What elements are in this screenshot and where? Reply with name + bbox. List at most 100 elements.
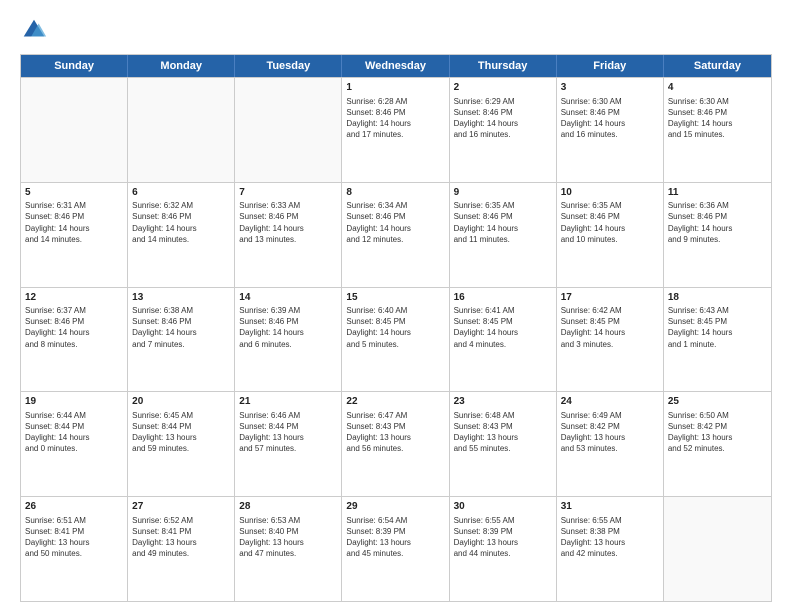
cell-info-line: Sunrise: 6:55 AM	[454, 515, 552, 526]
day-number: 8	[346, 186, 444, 200]
header-day-wednesday: Wednesday	[342, 55, 449, 77]
cell-info-line: Sunrise: 6:35 AM	[454, 200, 552, 211]
cell-info-line: Sunrise: 6:38 AM	[132, 305, 230, 316]
cell-info-line: and 53 minutes.	[561, 443, 659, 454]
cell-info-line: Sunrise: 6:31 AM	[25, 200, 123, 211]
cell-info-line: Sunset: 8:40 PM	[239, 526, 337, 537]
cell-info-line: Sunrise: 6:50 AM	[668, 410, 767, 421]
day-number: 26	[25, 500, 123, 514]
cell-info-line: Daylight: 13 hours	[132, 432, 230, 443]
calendar-cell-27: 27Sunrise: 6:52 AMSunset: 8:41 PMDayligh…	[128, 497, 235, 601]
cell-info-line: Sunrise: 6:37 AM	[25, 305, 123, 316]
cell-info-line: and 12 minutes.	[346, 234, 444, 245]
cell-info-line: and 57 minutes.	[239, 443, 337, 454]
cell-info-line: Sunrise: 6:44 AM	[25, 410, 123, 421]
cell-info-line: Daylight: 14 hours	[346, 327, 444, 338]
cell-info-line: and 4 minutes.	[454, 339, 552, 350]
cell-info-line: Daylight: 13 hours	[239, 432, 337, 443]
cell-info-line: Sunset: 8:38 PM	[561, 526, 659, 537]
day-number: 9	[454, 186, 552, 200]
cell-info-line: and 52 minutes.	[668, 443, 767, 454]
cell-info-line: Sunset: 8:46 PM	[132, 316, 230, 327]
cell-info-line: and 13 minutes.	[239, 234, 337, 245]
cell-info-line: Daylight: 13 hours	[668, 432, 767, 443]
cell-info-line: and 55 minutes.	[454, 443, 552, 454]
cell-info-line: Sunset: 8:45 PM	[454, 316, 552, 327]
calendar-cell-20: 20Sunrise: 6:45 AMSunset: 8:44 PMDayligh…	[128, 392, 235, 496]
calendar-week-1: 1Sunrise: 6:28 AMSunset: 8:46 PMDaylight…	[21, 77, 771, 182]
cell-info-line: and 1 minute.	[668, 339, 767, 350]
cell-info-line: Sunrise: 6:30 AM	[561, 96, 659, 107]
calendar-cell-15: 15Sunrise: 6:40 AMSunset: 8:45 PMDayligh…	[342, 288, 449, 392]
calendar-cell-empty-4-6	[664, 497, 771, 601]
day-number: 12	[25, 291, 123, 305]
cell-info-line: Sunset: 8:43 PM	[454, 421, 552, 432]
day-number: 22	[346, 395, 444, 409]
calendar-cell-12: 12Sunrise: 6:37 AMSunset: 8:46 PMDayligh…	[21, 288, 128, 392]
cell-info-line: Sunrise: 6:32 AM	[132, 200, 230, 211]
cell-info-line: Sunset: 8:44 PM	[132, 421, 230, 432]
cell-info-line: Sunset: 8:46 PM	[25, 316, 123, 327]
cell-info-line: Daylight: 14 hours	[132, 327, 230, 338]
calendar-cell-22: 22Sunrise: 6:47 AMSunset: 8:43 PMDayligh…	[342, 392, 449, 496]
cell-info-line: Sunset: 8:43 PM	[346, 421, 444, 432]
cell-info-line: Sunrise: 6:53 AM	[239, 515, 337, 526]
cell-info-line: Daylight: 13 hours	[454, 537, 552, 548]
calendar-cell-5: 5Sunrise: 6:31 AMSunset: 8:46 PMDaylight…	[21, 183, 128, 287]
calendar-cell-empty-0-1	[128, 78, 235, 182]
calendar-cell-4: 4Sunrise: 6:30 AMSunset: 8:46 PMDaylight…	[664, 78, 771, 182]
cell-info-line: Daylight: 13 hours	[25, 537, 123, 548]
calendar-cell-23: 23Sunrise: 6:48 AMSunset: 8:43 PMDayligh…	[450, 392, 557, 496]
page: SundayMondayTuesdayWednesdayThursdayFrid…	[0, 0, 792, 612]
cell-info-line: Daylight: 14 hours	[454, 327, 552, 338]
calendar-cell-13: 13Sunrise: 6:38 AMSunset: 8:46 PMDayligh…	[128, 288, 235, 392]
cell-info-line: Sunrise: 6:29 AM	[454, 96, 552, 107]
cell-info-line: Sunrise: 6:51 AM	[25, 515, 123, 526]
cell-info-line: and 44 minutes.	[454, 548, 552, 559]
cell-info-line: Sunset: 8:41 PM	[25, 526, 123, 537]
cell-info-line: and 10 minutes.	[561, 234, 659, 245]
cell-info-line: Daylight: 13 hours	[239, 537, 337, 548]
cell-info-line: Sunrise: 6:42 AM	[561, 305, 659, 316]
calendar-cell-1: 1Sunrise: 6:28 AMSunset: 8:46 PMDaylight…	[342, 78, 449, 182]
cell-info-line: Sunset: 8:46 PM	[346, 211, 444, 222]
day-number: 24	[561, 395, 659, 409]
day-number: 31	[561, 500, 659, 514]
cell-info-line: Daylight: 14 hours	[346, 223, 444, 234]
cell-info-line: Sunrise: 6:33 AM	[239, 200, 337, 211]
cell-info-line: and 42 minutes.	[561, 548, 659, 559]
cell-info-line: Sunrise: 6:54 AM	[346, 515, 444, 526]
cell-info-line: Sunset: 8:39 PM	[454, 526, 552, 537]
day-number: 18	[668, 291, 767, 305]
cell-info-line: Sunrise: 6:41 AM	[454, 305, 552, 316]
calendar-cell-29: 29Sunrise: 6:54 AMSunset: 8:39 PMDayligh…	[342, 497, 449, 601]
cell-info-line: Daylight: 14 hours	[132, 223, 230, 234]
calendar-cell-25: 25Sunrise: 6:50 AMSunset: 8:42 PMDayligh…	[664, 392, 771, 496]
calendar-cell-10: 10Sunrise: 6:35 AMSunset: 8:46 PMDayligh…	[557, 183, 664, 287]
cell-info-line: Daylight: 13 hours	[346, 537, 444, 548]
cell-info-line: and 16 minutes.	[561, 129, 659, 140]
cell-info-line: Sunset: 8:46 PM	[668, 107, 767, 118]
day-number: 15	[346, 291, 444, 305]
day-number: 14	[239, 291, 337, 305]
cell-info-line: Sunset: 8:42 PM	[561, 421, 659, 432]
day-number: 17	[561, 291, 659, 305]
cell-info-line: Daylight: 14 hours	[561, 118, 659, 129]
calendar-cell-28: 28Sunrise: 6:53 AMSunset: 8:40 PMDayligh…	[235, 497, 342, 601]
cell-info-line: Sunset: 8:46 PM	[132, 211, 230, 222]
cell-info-line: Sunset: 8:46 PM	[25, 211, 123, 222]
header-day-sunday: Sunday	[21, 55, 128, 77]
cell-info-line: Sunset: 8:42 PM	[668, 421, 767, 432]
cell-info-line: Sunset: 8:44 PM	[239, 421, 337, 432]
cell-info-line: Daylight: 14 hours	[668, 223, 767, 234]
cell-info-line: and 14 minutes.	[25, 234, 123, 245]
calendar-cell-24: 24Sunrise: 6:49 AMSunset: 8:42 PMDayligh…	[557, 392, 664, 496]
header-day-tuesday: Tuesday	[235, 55, 342, 77]
cell-info-line: Daylight: 13 hours	[454, 432, 552, 443]
cell-info-line: and 15 minutes.	[668, 129, 767, 140]
cell-info-line: Daylight: 14 hours	[668, 327, 767, 338]
cell-info-line: and 45 minutes.	[346, 548, 444, 559]
cell-info-line: Daylight: 14 hours	[454, 118, 552, 129]
cell-info-line: Sunrise: 6:28 AM	[346, 96, 444, 107]
cell-info-line: Sunrise: 6:55 AM	[561, 515, 659, 526]
